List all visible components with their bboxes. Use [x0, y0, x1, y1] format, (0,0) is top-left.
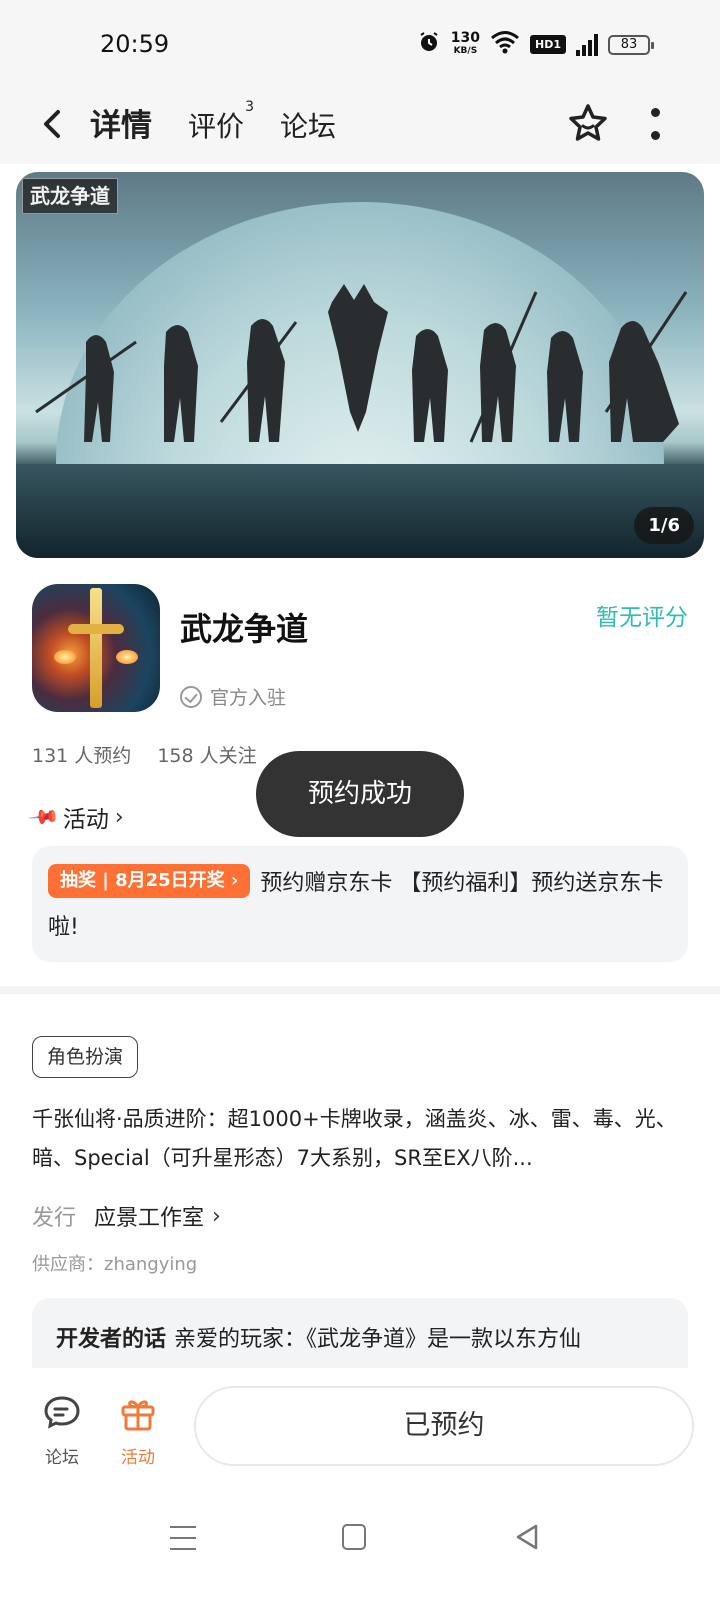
tab-forum[interactable]: 论坛: [280, 105, 336, 149]
back-arrow-icon: [44, 110, 60, 138]
net-speed: 130 KB/S: [450, 29, 480, 56]
section-divider: [0, 986, 720, 994]
reviews-count-badge: 3: [245, 99, 255, 115]
banner-page-indicator: 1/6: [634, 507, 694, 544]
chevron-right-icon: ›: [114, 804, 124, 830]
bottom-action-bar: 论坛 活动 已预约: [0, 1368, 720, 1486]
menu-icon[interactable]: [170, 1526, 196, 1550]
system-nav-bar: [0, 1486, 720, 1600]
publisher-name: 应景工作室: [94, 1206, 205, 1231]
activity-section-link[interactable]: 📌 活动 ›: [27, 800, 124, 834]
gift-icon: [121, 1400, 155, 1431]
alarm-icon: [417, 30, 441, 59]
top-nav: 详情 评价 3 论坛: [0, 92, 720, 164]
toast-message: 预约成功: [256, 751, 464, 837]
app-name: 武龙争道: [180, 610, 309, 648]
game-description[interactable]: 千张仙将·品质进阶：超1000+卡牌收录，涵盖炎、冰、雷、毒、光、暗、Speci…: [32, 1100, 692, 1178]
more-vertical-icon: [650, 108, 660, 117]
bottom-forum-button[interactable]: 论坛: [32, 1392, 92, 1468]
signal-icon: [576, 33, 598, 56]
tab-details[interactable]: 详情: [86, 100, 156, 149]
back-triangle-icon[interactable]: [512, 1522, 540, 1552]
check-circle-icon: [180, 685, 202, 708]
reservation-count: 131 人预约: [32, 745, 132, 767]
supplier-text: 供应商：zhangying: [32, 1254, 198, 1275]
status-time: 20:59: [100, 30, 170, 58]
banner-logo: 武龙争道: [22, 178, 118, 214]
wifi-icon: [490, 30, 520, 59]
back-button[interactable]: [36, 104, 70, 144]
star-outline-icon: [569, 104, 607, 141]
battery-icon: 83: [608, 34, 654, 55]
home-icon[interactable]: [342, 1524, 366, 1550]
status-bar: 20:59 130 KB/S HD1 83: [0, 0, 720, 92]
status-icons: 130 KB/S HD1 83: [417, 29, 654, 59]
developer-note-card[interactable]: 开发者的话 亲爱的玩家：《武龙争道》是一款以东方仙: [32, 1298, 688, 1368]
genre-tag[interactable]: 角色扮演: [32, 1036, 139, 1078]
developer-note-title: 开发者的话: [56, 1327, 167, 1352]
pin-icon: 📌: [27, 799, 62, 835]
chevron-right-icon: ›: [212, 1203, 221, 1229]
rating-label: 暂无评分: [596, 605, 688, 631]
tab-reviews[interactable]: 评价 3: [188, 99, 254, 149]
follower-count: 158 人关注: [157, 745, 257, 767]
banner-carousel[interactable]: 武龙争道 1/6: [16, 172, 704, 558]
activity-card[interactable]: 抽奖 | 8月25日开奖 › 预约赠京东卡 【预约福利】预约送京东卡啦!: [32, 846, 688, 962]
reserved-button[interactable]: 已预约: [194, 1386, 694, 1466]
warrior-silhouettes-image: [35, 284, 688, 443]
tab-bar: 详情 评价 3 论坛: [86, 99, 336, 149]
app-icon: [32, 584, 160, 712]
official-badge: 官方入驻: [180, 683, 286, 710]
favorite-button[interactable]: [564, 100, 612, 148]
app-stats: 131 人预约 158 人关注: [32, 741, 257, 768]
developer-note-text: 亲爱的玩家：《武龙争道》是一款以东方仙: [174, 1327, 582, 1352]
lottery-badge[interactable]: 抽奖 | 8月25日开奖 ›: [48, 864, 251, 898]
more-options-button[interactable]: [648, 108, 662, 140]
hd-badge: HD1: [530, 35, 566, 54]
publisher-label: 发行: [32, 1206, 77, 1231]
chat-bubble-icon: [44, 1396, 80, 1429]
bottom-activity-button[interactable]: 活动: [108, 1392, 168, 1468]
publisher-row[interactable]: 发行 应景工作室 ›: [32, 1200, 221, 1232]
